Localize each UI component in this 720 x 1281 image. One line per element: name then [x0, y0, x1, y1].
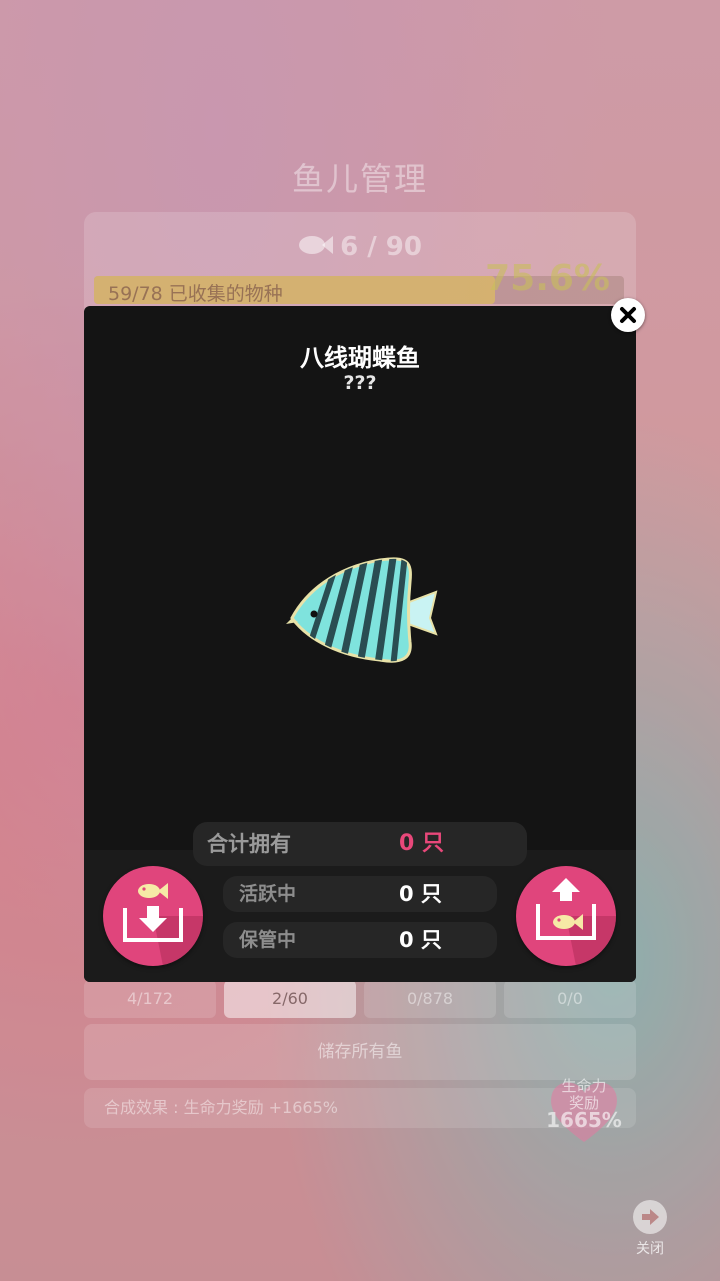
arrow-right-icon [633, 1200, 667, 1234]
tab-category-4[interactable]: 0/0 [504, 980, 636, 1018]
active-value: 0 只 [399, 882, 442, 906]
kept-row: 保管中 0 只 [223, 922, 497, 958]
total-owned-label: 合计拥有 [207, 832, 291, 856]
category-tabs: 4/172 2/60 0/878 0/0 [84, 980, 636, 1018]
bonus-badge-line1: 生命力 [561, 1077, 607, 1095]
close-icon [620, 307, 636, 323]
active-row: 活跃中 0 只 [223, 876, 497, 912]
store-fish-icon [123, 883, 203, 966]
total-owned-value: 0 只 [399, 831, 444, 856]
release-fish-icon [536, 878, 616, 966]
modal-close-button[interactable] [611, 298, 645, 332]
fish-count: 6 / 90 [0, 232, 720, 263]
fish-name: 八线瑚蝶鱼 [300, 344, 420, 372]
active-label: 活跃中 [239, 883, 297, 905]
tab-category-1[interactable]: 4/172 [84, 980, 216, 1018]
fish-icon [298, 233, 334, 263]
fish-subtitle: ??? [343, 372, 377, 394]
fish-image [286, 557, 438, 663]
kept-value: 0 只 [399, 928, 442, 952]
tab-category-2[interactable]: 2/60 [224, 980, 356, 1018]
kept-label: 保管中 [239, 929, 297, 951]
bonus-badge-value: 1665% [546, 1108, 622, 1132]
collection-percent: 75.6% [485, 258, 610, 299]
collection-label: 59/78 已收集的物种 [108, 283, 283, 305]
release-fish-button[interactable] [516, 866, 616, 966]
total-owned-row: 合计拥有 0 只 [193, 822, 527, 866]
fish-count-text: 6 / 90 [340, 232, 422, 262]
page-title: 鱼儿管理 [291, 160, 428, 198]
bonus-badge: 生命力 奖励 1665% [540, 1077, 628, 1132]
close-page-button[interactable]: 关闭 [628, 1200, 672, 1258]
store-fish-button[interactable] [103, 866, 203, 966]
close-page-label: 关闭 [636, 1241, 664, 1257]
tab-category-3[interactable]: 0/878 [364, 980, 496, 1018]
